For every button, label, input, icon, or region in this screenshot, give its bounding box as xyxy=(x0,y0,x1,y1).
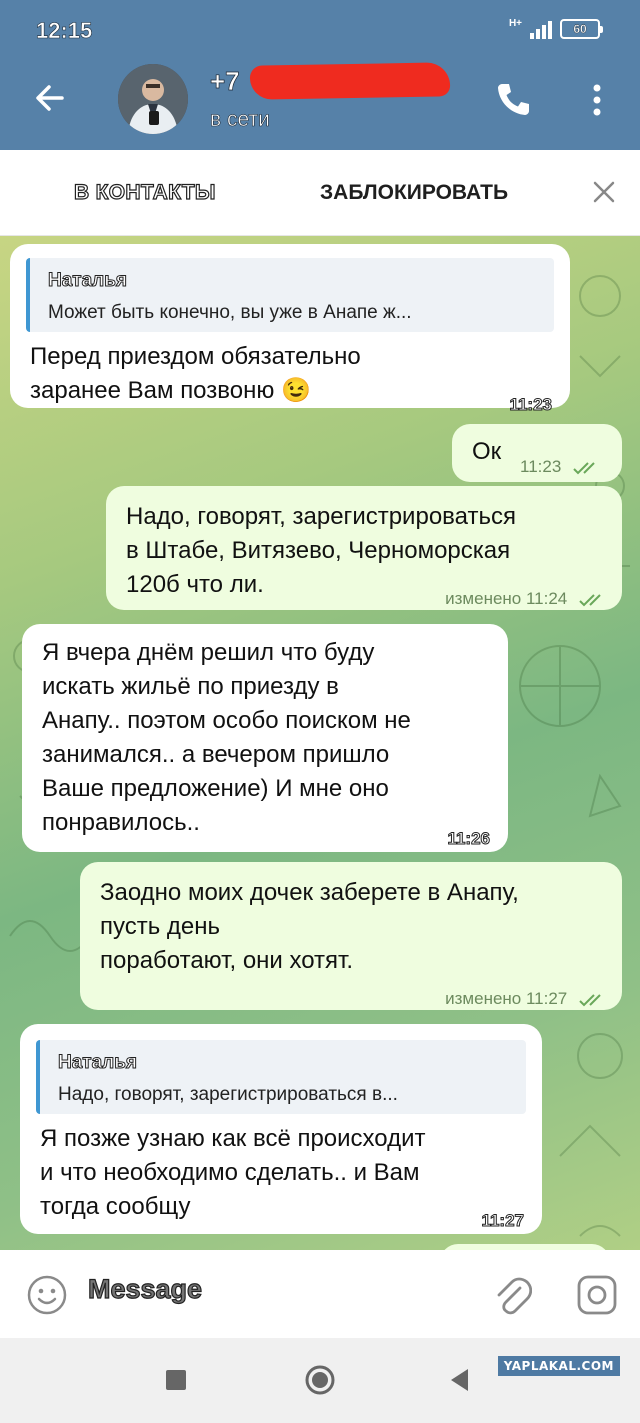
home-button[interactable] xyxy=(304,1364,336,1396)
reply-author: Наталья xyxy=(48,270,128,292)
message-bubble[interactable]: Надо, говорят, зарегистрироваться в Штаб… xyxy=(106,486,622,610)
status-time: 12:15 xyxy=(36,18,93,44)
signal-icon xyxy=(530,19,552,39)
contact-status: в сети xyxy=(210,108,270,132)
message-text: Я позже узнаю как всё происходит и что н… xyxy=(40,1125,426,1220)
nav-back-icon[interactable] xyxy=(448,1367,470,1393)
message-bubble[interactable]: Наталья Надо, говорят, зарегистрироватьс… xyxy=(20,1024,542,1234)
phone-icon[interactable] xyxy=(494,80,532,118)
message-time: изменено 11:27 xyxy=(445,982,608,1016)
status-indicators: H+ 60 xyxy=(508,18,603,39)
read-checkmarks-icon xyxy=(573,461,595,474)
close-icon[interactable] xyxy=(592,180,616,204)
chat-header: +7 в сети xyxy=(0,56,640,150)
status-bar: 12:15 H+ 60 xyxy=(0,0,640,56)
redaction-mark xyxy=(249,62,451,100)
message-time-text: изменено 11:27 xyxy=(445,989,568,1008)
message-time: 11:23 xyxy=(509,395,553,415)
reply-text: Может быть конечно, вы уже в Анапе ж... xyxy=(48,302,412,323)
add-to-contacts-button[interactable]: В КОНТАКТЫ xyxy=(73,180,216,205)
read-checkmarks-icon xyxy=(579,993,601,1006)
contact-action-bar: В КОНТАКТЫ ЗАБЛОКИРОВАТЬ xyxy=(0,150,640,236)
message-text: Перед приездом обязательно заранее Вам п… xyxy=(30,343,361,404)
avatar-photo xyxy=(118,64,188,134)
message-input[interactable] xyxy=(88,1274,468,1305)
message-bubble[interactable]: Ок 11:23 xyxy=(452,424,622,482)
reply-text: Надо, говорят, зарегистрироваться в... xyxy=(58,1084,398,1105)
reply-preview[interactable]: Наталья Надо, говорят, зарегистрироватьс… xyxy=(36,1040,526,1114)
message-time: 11:26 xyxy=(447,829,491,849)
recents-button[interactable] xyxy=(166,1370,186,1390)
contact-name: +7 xyxy=(210,66,240,97)
read-checkmarks-icon xyxy=(579,593,601,606)
message-time: 11:23 xyxy=(520,450,602,484)
message-time: изменено 11:24 xyxy=(445,582,608,616)
message-text: Ок xyxy=(472,438,502,465)
message-bubble[interactable]: Я вчера днём решил что буду искать жильё… xyxy=(22,624,508,852)
emoji-icon[interactable] xyxy=(26,1274,68,1316)
avatar[interactable] xyxy=(118,64,188,134)
battery-level: 60 xyxy=(573,22,587,36)
camera-icon[interactable] xyxy=(576,1274,618,1316)
message-text: Заодно моих дочек заберете в Анапу, пуст… xyxy=(100,879,519,974)
message-bubble[interactable]: Заодно моих дочек заберете в Анапу, пуст… xyxy=(80,862,622,1010)
message-time-text: 11:23 xyxy=(520,457,562,476)
chat-area[interactable]: Наталья Может быть конечно, вы уже в Ана… xyxy=(0,236,640,1250)
reply-preview[interactable]: Наталья Может быть конечно, вы уже в Ана… xyxy=(26,258,554,332)
paperclip-icon[interactable] xyxy=(492,1274,532,1318)
message-time: 11:27 xyxy=(481,1211,525,1231)
message-composer xyxy=(0,1250,640,1338)
watermark: YAPLAKAL.COM xyxy=(497,1356,620,1376)
message-time-text: изменено 11:24 xyxy=(445,589,568,608)
message-text: Я вчера днём решил что буду искать жильё… xyxy=(42,639,411,836)
network-type: H+ xyxy=(508,18,522,29)
battery-icon: 60 xyxy=(560,19,603,39)
block-button[interactable]: ЗАБЛОКИРОВАТЬ xyxy=(320,181,508,205)
back-arrow-icon[interactable] xyxy=(30,78,70,118)
message-bubble[interactable]: Наталья Может быть конечно, вы уже в Ана… xyxy=(10,244,570,415)
more-vertical-icon[interactable] xyxy=(582,80,612,120)
reply-author: Наталья xyxy=(58,1052,138,1074)
system-nav-bar: YAPLAKAL.COM xyxy=(0,1338,640,1423)
